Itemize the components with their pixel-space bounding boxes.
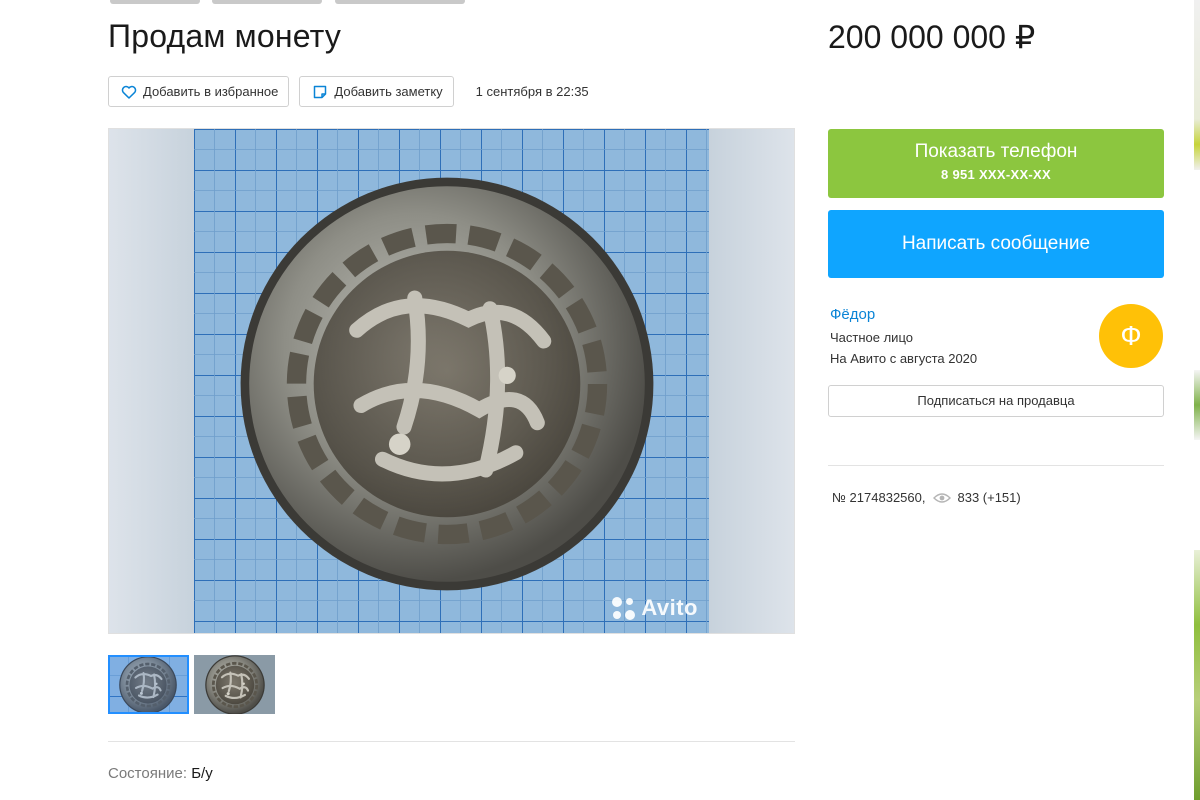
gallery-blur-left xyxy=(109,129,194,633)
seller-since: На Авито с августа 2020 xyxy=(830,351,978,366)
condition-label: Состояние: xyxy=(108,765,188,782)
item-number: № 2174832560, xyxy=(832,490,926,505)
seller-name-link[interactable]: Фёдор xyxy=(830,306,875,323)
show-phone-button[interactable]: Показать телефон 8 951 XXX-XX-XX xyxy=(828,129,1164,198)
breadcrumb[interactable] xyxy=(110,0,530,6)
write-message-button[interactable]: Написать сообщение xyxy=(828,210,1164,278)
price: 200 000 000 ₽ xyxy=(828,19,1036,55)
heart-icon xyxy=(121,84,137,100)
avito-logo-icon xyxy=(612,596,636,620)
seller-type: Частное лицо xyxy=(830,330,913,345)
listing-meta: № 2174832560, 833 (+151) xyxy=(832,490,1021,505)
divider xyxy=(108,741,795,742)
breadcrumb-item[interactable] xyxy=(110,0,200,4)
condition-value: Б/у xyxy=(191,765,213,782)
gallery-blur-right xyxy=(709,129,794,633)
condition-row: Состояние: Б/у xyxy=(108,765,213,782)
eye-icon xyxy=(933,492,952,504)
thumbnail[interactable] xyxy=(194,655,275,714)
edge-decoration xyxy=(1194,0,1200,170)
photo-gallery[interactable]: Avito xyxy=(108,128,795,634)
note-icon xyxy=(312,84,328,100)
breadcrumb-item[interactable] xyxy=(334,0,465,4)
avatar[interactable]: Ф xyxy=(1099,304,1163,368)
add-note-button[interactable]: Добавить заметку xyxy=(299,76,454,107)
phone-masked: 8 951 XXX-XX-XX xyxy=(941,167,1051,182)
breadcrumb-item[interactable] xyxy=(212,0,323,4)
edge-decoration xyxy=(1194,550,1200,800)
page-title: Продам монету xyxy=(108,18,342,54)
thumbnail[interactable] xyxy=(108,655,189,714)
edge-decoration xyxy=(1194,370,1200,440)
listing-actions: Добавить в избранное Добавить заметку 1 … xyxy=(108,76,589,107)
show-phone-label: Показать телефон xyxy=(914,141,1078,162)
thumbnail-strip xyxy=(108,655,280,714)
main-photo[interactable] xyxy=(194,129,711,633)
view-count: 833 (+151) xyxy=(957,490,1021,505)
note-label: Добавить заметку xyxy=(334,84,443,99)
listing-date: 1 сентября в 22:35 xyxy=(475,84,589,99)
divider xyxy=(828,465,1164,466)
subscribe-button[interactable]: Подписаться на продавца xyxy=(828,385,1164,417)
favorite-label: Добавить в избранное xyxy=(143,84,279,99)
add-to-favorites-button[interactable]: Добавить в избранное xyxy=(108,76,290,107)
avito-watermark: Avito xyxy=(612,595,698,621)
